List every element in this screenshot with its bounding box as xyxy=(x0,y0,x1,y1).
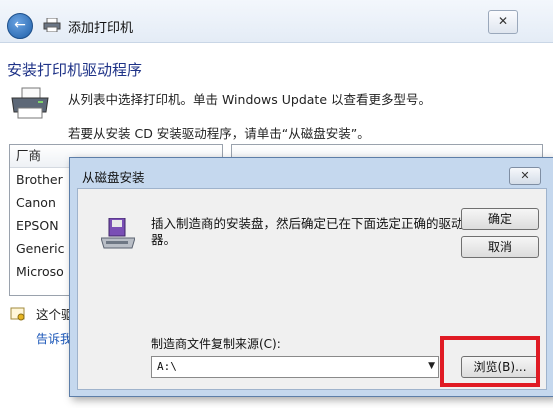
window-close-button[interactable]: ✕ xyxy=(488,10,518,34)
disk-drive-icon xyxy=(101,218,135,249)
wizard-window-title: 添加打印机 xyxy=(68,21,134,36)
page-title: 安装打印机驱动程序 xyxy=(7,61,143,79)
printer-icon xyxy=(11,87,49,119)
printer-icon xyxy=(43,18,61,32)
wizard-title-bar: ← 添加打印机 ✕ xyxy=(0,0,553,43)
instruction-text: 从列表中选择打印机。单击 Windows Update 以查看更多型号。 xyxy=(68,92,431,107)
copy-source-value: A:\ xyxy=(157,360,177,373)
certificate-icon xyxy=(10,307,25,321)
ok-button[interactable]: 确定 xyxy=(461,208,539,230)
dialog-title-bar: 从磁盘安装 ✕ xyxy=(70,158,553,188)
cancel-button[interactable]: 取消 xyxy=(461,236,539,258)
chevron-down-icon[interactable]: ▼ xyxy=(428,361,435,371)
dialog-close-button[interactable]: ✕ xyxy=(509,167,541,185)
browse-highlight-annotation xyxy=(440,336,540,387)
driver-signature-text: 这个驱 xyxy=(36,307,74,322)
copy-source-label: 制造商文件复制来源(C): xyxy=(151,337,281,351)
copy-source-combobox[interactable]: A:\ ▼ xyxy=(151,356,439,378)
driver-signing-link[interactable]: 告诉我 xyxy=(36,330,72,347)
dialog-title: 从磁盘安装 xyxy=(82,170,145,185)
instruction-cd-text: 若要从安装 CD 安装驱动程序，请单击“从磁盘安装”。 xyxy=(68,126,370,141)
back-arrow-icon[interactable]: ← xyxy=(7,13,33,39)
dialog-message: 插入制造商的安装盘，然后确定已在下面选定正确的驱动器。 xyxy=(151,216,464,247)
